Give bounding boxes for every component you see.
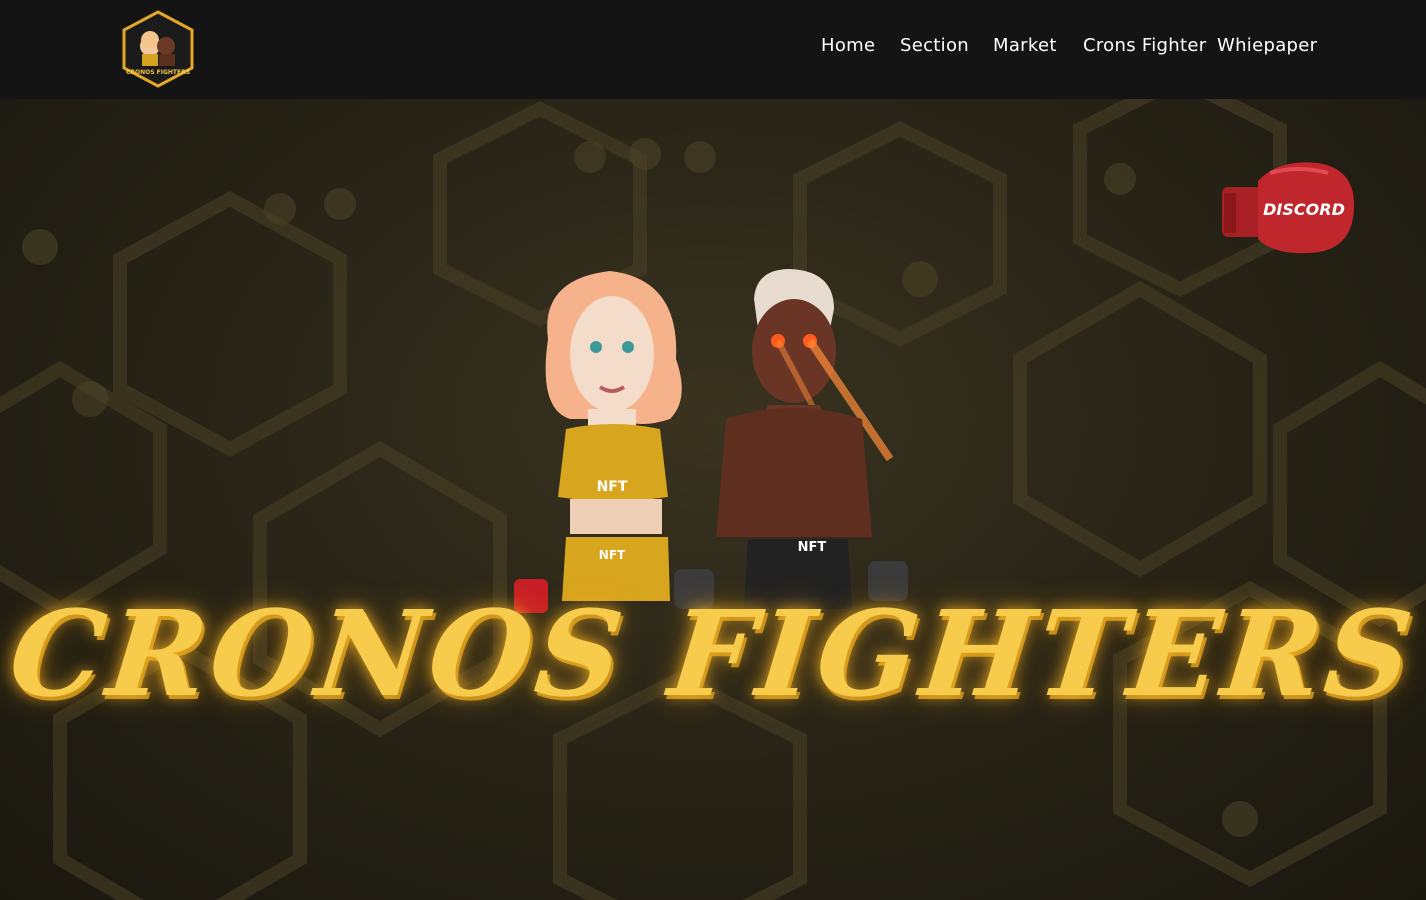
female-fighter-character: NFT NFT [514,271,682,613]
logo-badge-icon[interactable]: CRONOS FIGHTERS [120,10,196,88]
hero-title: CRONOS FIGHTERS [3,584,1423,723]
female-shorts-text: NFT [599,548,626,562]
nav-crons-fighter[interactable]: Crons Fighter [1083,35,1206,56]
female-top-text: NFT [597,479,628,495]
logo-text: CRONOS FIGHTERS [126,69,190,76]
nav-home[interactable]: Home [821,35,875,56]
hero-section: DISCORD NFT NFT NFT CRONOS FIGHTERS [0,99,1426,900]
male-shorts-text: NFT [798,540,827,555]
nav-market[interactable]: Market [993,35,1057,56]
discord-button[interactable]: DISCORD [1218,159,1358,255]
male-fighter-character: NFT [674,269,908,609]
nav-whitepaper[interactable]: Whiepaper [1217,35,1317,56]
discord-label: DISCORD [1263,200,1345,219]
nav-section[interactable]: Section [900,35,969,56]
top-navbar: CRONOS FIGHTERS Home Section Market Cron… [0,0,1426,99]
fighters-illustration: NFT NFT NFT [514,269,908,613]
